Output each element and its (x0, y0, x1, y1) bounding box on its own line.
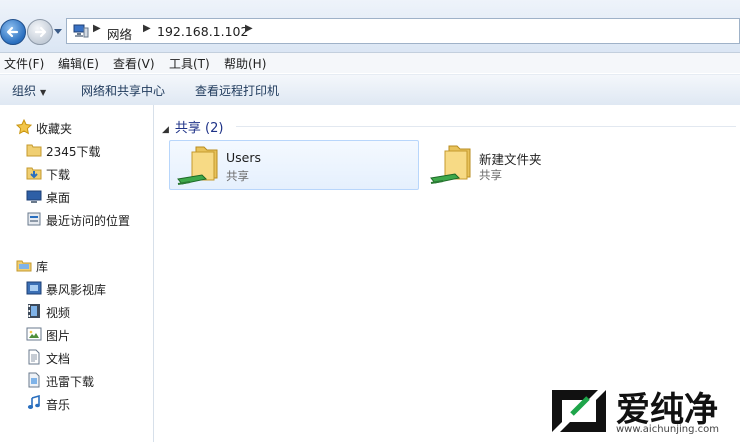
forward-button[interactable] (27, 19, 53, 45)
nav-item-label: 暴风影视库 (46, 283, 107, 297)
picture-icon (26, 327, 42, 341)
item-type: 共享 (479, 168, 502, 182)
share-item-users[interactable]: Users 共享 (169, 140, 419, 190)
menu-bar: 文件(F) 编辑(E) 查看(V) 工具(T) 帮助(H) (0, 53, 740, 73)
collapse-triangle-icon[interactable]: ◢ (162, 125, 169, 135)
address-bar-area: ▶ 网络 ▶ 192.168.1.102 ▶ (0, 0, 740, 53)
folder-icon (26, 144, 42, 157)
download-folder-icon (26, 167, 42, 180)
document-icon (28, 349, 40, 365)
library-icon (16, 260, 32, 272)
organize-button[interactable]: 组织 ▼ (12, 82, 46, 99)
menu-file[interactable]: 文件(F) (4, 55, 44, 72)
music-note-icon (27, 395, 40, 409)
back-button[interactable] (0, 19, 26, 45)
breadcrumb-separator-icon[interactable]: ▶ (143, 23, 151, 34)
nav-favorites-label: 收藏夹 (36, 122, 73, 136)
recent-places-icon (27, 212, 41, 226)
film-icon (28, 304, 40, 318)
menu-view[interactable]: 查看(V) (113, 55, 155, 72)
shared-folder-icon (177, 146, 218, 185)
group-title: 共享 (2) (174, 121, 224, 136)
menu-tools[interactable]: 工具(T) (169, 55, 210, 72)
arrow-right-icon (34, 26, 47, 38)
nav-item-label: 图片 (46, 329, 71, 343)
share-item-new-folder[interactable]: 新建文件夹 共享 (423, 140, 673, 190)
nav-item-label: 下载 (46, 168, 71, 182)
menu-edit[interactable]: 编辑(E) (58, 55, 99, 72)
chevron-down-icon: ▼ (40, 88, 47, 97)
address-box[interactable]: ▶ 网络 ▶ 192.168.1.102 ▶ (66, 18, 740, 44)
remote-printers-button[interactable]: 查看远程打印机 (195, 82, 279, 99)
history-dropdown-icon[interactable] (54, 27, 62, 35)
arrow-left-icon (6, 26, 19, 38)
desktop-icon (26, 190, 42, 203)
watermark: 爱纯净 www.aichunjing.com (538, 376, 740, 442)
nav-item-label: 音乐 (46, 398, 71, 412)
group-header-shares[interactable]: ◢ 共享 (2) (162, 117, 223, 136)
nav-item-label: 迅雷下载 (46, 375, 95, 389)
breadcrumb-separator-icon[interactable]: ▶ (245, 23, 253, 34)
organize-label: 组织 (12, 84, 37, 98)
breadcrumb-separator-icon[interactable]: ▶ (93, 23, 101, 34)
group-divider (236, 126, 736, 127)
video-library-icon (26, 281, 42, 295)
nav-item-label: 视频 (46, 306, 71, 320)
item-name: 新建文件夹 (479, 152, 542, 167)
nav-item-label: 2345下载 (46, 145, 101, 159)
download-library-icon (28, 372, 40, 388)
menu-help[interactable]: 帮助(H) (224, 55, 266, 72)
breadcrumb-network[interactable]: 网络 (107, 24, 132, 43)
nav-item-label: 最近访问的位置 (46, 214, 131, 228)
navigation-pane: 收藏夹 2345下载 下载 桌面 最近访问的位置 库 暴风影视库 视频 图片 文… (0, 105, 154, 442)
star-icon (16, 119, 32, 135)
item-name: Users (226, 150, 262, 165)
nav-library-label: 库 (36, 260, 49, 274)
logo-icon (552, 390, 606, 432)
network-icon (73, 24, 89, 38)
network-center-button[interactable]: 网络和共享中心 (81, 82, 165, 99)
nav-item-label: 桌面 (46, 191, 71, 205)
shared-folder-icon (430, 145, 471, 184)
breadcrumb-host[interactable]: 192.168.1.102 (157, 24, 248, 39)
nav-item-label: 文档 (46, 352, 71, 366)
watermark-url: www.aichunjing.com (616, 424, 719, 435)
item-type: 共享 (226, 169, 249, 183)
command-bar: 组织 ▼ 网络和共享中心 查看远程打印机 (0, 74, 740, 106)
